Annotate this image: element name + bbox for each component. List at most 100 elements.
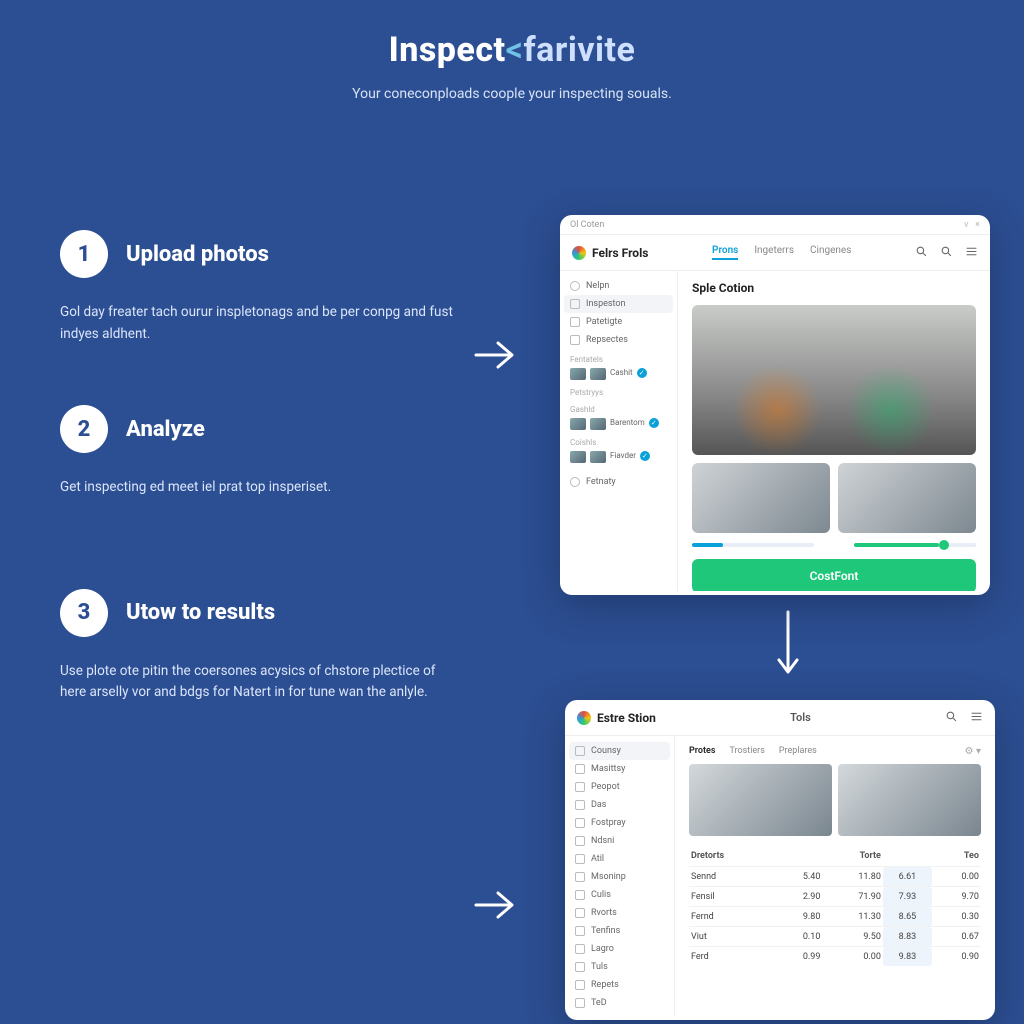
circle-icon	[570, 281, 580, 291]
slider[interactable]	[854, 543, 976, 547]
sidebar-item[interactable]: Fetnaty	[560, 473, 677, 491]
sub-tabs[interactable]: Protes Trostiers Preplares	[689, 746, 965, 756]
thumb-row[interactable]: Barentom✓	[560, 416, 677, 432]
check-icon: ✓	[637, 368, 647, 378]
app-brand: Felrs Frols	[572, 246, 648, 260]
search-icon[interactable]	[945, 708, 958, 727]
sidebar: Nelpn Inspeston Patetigte Repsectes Fent…	[560, 271, 678, 591]
result-thumb[interactable]	[838, 764, 981, 836]
primary-button[interactable]: CostFont	[692, 559, 976, 591]
step-desc: Use plote ote pitin the coersones acysic…	[60, 661, 460, 704]
sidebar: CounsyMasittsyPeopotDasFostprayNdsniAtil…	[565, 736, 675, 1016]
hero: Inspect<farivite Your coneconploads coop…	[0, 0, 1024, 122]
circle-icon	[570, 477, 580, 487]
steps-column: 1 Upload photos Gol day freater tach our…	[60, 230, 500, 764]
check-icon: ✓	[649, 418, 659, 428]
sidebar-group: Fentatels	[560, 349, 677, 366]
search-icon[interactable]	[915, 243, 928, 262]
sidebar-item[interactable]: TeD	[565, 994, 674, 1012]
app-brand: Estre Stion	[577, 711, 656, 725]
sidebar-item[interactable]: Atil	[565, 850, 674, 868]
logo-icon	[577, 711, 591, 725]
square-icon	[575, 908, 585, 918]
tab[interactable]: Protes	[689, 746, 715, 756]
square-icon	[575, 962, 585, 972]
check-icon: ✓	[640, 451, 650, 461]
sidebar-item[interactable]: Fostpray	[565, 814, 674, 832]
square-icon	[575, 764, 585, 774]
sidebar-item[interactable]: Nelpn	[560, 277, 677, 295]
square-icon	[575, 818, 585, 828]
tab-ingeterrs[interactable]: Ingeterrs	[754, 245, 794, 260]
window-controls[interactable]: v ×	[964, 220, 980, 230]
sidebar-item[interactable]: Inspeston	[564, 295, 673, 313]
tag-icon	[570, 317, 580, 327]
sidebar-item[interactable]: Das	[565, 796, 674, 814]
step-badge: 3	[60, 589, 108, 637]
square-icon	[575, 800, 585, 810]
sidebar-item[interactable]: Peopot	[565, 778, 674, 796]
app-window-upload: Ol Coten v × Felrs Frols Prons Ingeterrs…	[560, 215, 990, 595]
app-header: Estre Stion Tols	[565, 700, 995, 736]
table-row[interactable]: Viut0.109.508.830.67	[689, 927, 981, 947]
tab[interactable]: Trostiers	[729, 746, 764, 756]
sidebar-item[interactable]: Masittsy	[565, 760, 674, 778]
step-badge: 2	[60, 405, 108, 453]
square-icon	[575, 944, 585, 954]
tab-cingenes[interactable]: Cingenes	[810, 245, 851, 260]
arrow-right-icon	[470, 880, 520, 934]
step-badge: 1	[60, 230, 108, 278]
step-desc: Get inspecting ed meet iel prat top insp…	[60, 477, 460, 499]
result-thumb[interactable]	[689, 764, 832, 836]
search-icon[interactable]	[940, 243, 953, 262]
col-header	[773, 846, 822, 867]
doc-icon	[570, 335, 580, 345]
main-panel: Sple Cotion CostFont	[678, 271, 990, 591]
main-panel: ⚙ ▾ Protes Trostiers Preplares DretortsT…	[675, 736, 995, 1016]
square-icon	[575, 872, 585, 882]
square-icon	[575, 890, 585, 900]
sidebar-item[interactable]: Rvorts	[565, 904, 674, 922]
tab-prons[interactable]: Prons	[712, 245, 738, 260]
slider[interactable]	[692, 543, 814, 547]
page-subtitle: Your coneconploads coople your inspectin…	[0, 86, 1024, 102]
preview-thumb[interactable]	[692, 463, 830, 533]
step-2: 2 Analyze Get inspecting ed meet iel pra…	[60, 405, 500, 499]
sidebar-item[interactable]: Ndsni	[565, 832, 674, 850]
col-header: Dretorts	[689, 846, 773, 867]
preview-image[interactable]	[692, 305, 976, 455]
square-icon	[575, 926, 585, 936]
header-tabs[interactable]: Prons Ingeterrs Cingenes	[712, 245, 851, 260]
sidebar-item[interactable]: Culis	[565, 886, 674, 904]
square-icon	[575, 854, 585, 864]
table-row[interactable]: Ferd0.990.009.830.90	[689, 947, 981, 967]
menu-icon[interactable]	[965, 243, 978, 262]
sidebar-item[interactable]: Repsectes	[560, 331, 677, 349]
sidebar-item[interactable]: Msoninp	[565, 868, 674, 886]
gear-icon[interactable]: ⚙ ▾	[965, 746, 981, 757]
sidebar-item[interactable]: Counsy	[569, 742, 670, 760]
sidebar-group: Gashld	[560, 399, 677, 416]
table-row[interactable]: Fernd9.8011.308.650.30	[689, 907, 981, 927]
square-icon	[575, 980, 585, 990]
sidebar-item[interactable]: Tuls	[565, 958, 674, 976]
table-row[interactable]: Fensil2.9071.907.939.70	[689, 887, 981, 907]
section-heading: Sple Cotion	[692, 281, 976, 295]
thumb-row[interactable]: Cashit✓	[560, 366, 677, 382]
separator-icon: <	[506, 30, 524, 70]
results-table: DretortsTorteTeo Sennd5.4011.806.610.00F…	[689, 846, 981, 966]
sidebar-item[interactable]: Tenfins	[565, 922, 674, 940]
thumb-row[interactable]: Fiavder✓	[560, 449, 677, 465]
step-3: 3 Utow to results Use plote ote pitin th…	[60, 589, 500, 704]
sidebar-item[interactable]: Repets	[565, 976, 674, 994]
tab[interactable]: Preplares	[779, 746, 817, 756]
table-row[interactable]: Sennd5.4011.806.610.00	[689, 867, 981, 887]
sidebar-item[interactable]: Patetigte	[560, 313, 677, 331]
menu-icon[interactable]	[970, 708, 983, 727]
preview-thumb[interactable]	[838, 463, 976, 533]
step-title: Utow to results	[126, 600, 275, 625]
sidebar-item[interactable]: Lagro	[565, 940, 674, 958]
step-title: Analyze	[126, 417, 205, 442]
sidebar-group: Petstryys	[560, 382, 677, 399]
col-header: Teo	[932, 846, 981, 867]
